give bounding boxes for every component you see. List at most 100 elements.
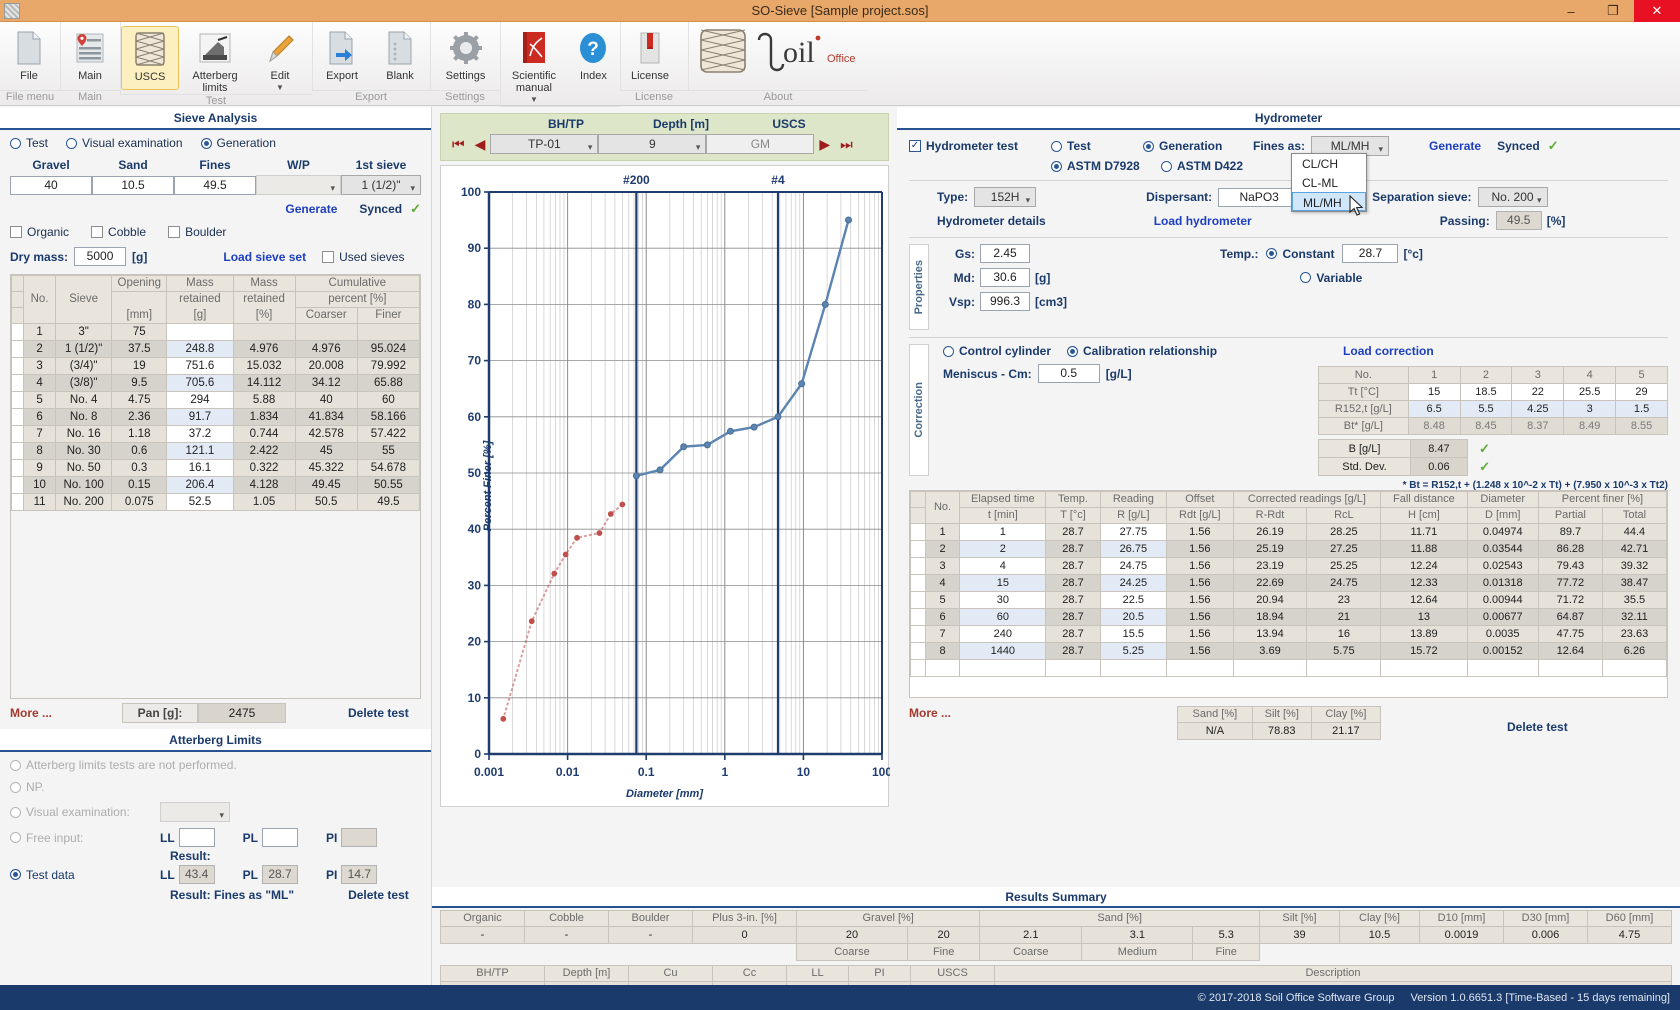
dispersant-input[interactable]: NaPO3	[1218, 187, 1301, 207]
calibration-relationship-option[interactable]: Calibration relationship	[1067, 344, 1217, 358]
cell-empty[interactable]	[959, 659, 1047, 677]
calib-cell[interactable]: 8.45	[1459, 417, 1513, 435]
cell-empty[interactable]	[1380, 659, 1468, 677]
gs-input[interactable]: 2.45	[980, 244, 1030, 263]
cell-r[interactable]: 5.25	[1099, 642, 1168, 660]
hydrometer-mode-test[interactable]: Test	[1051, 139, 1143, 153]
used-sieves-checkbox[interactable]: Used sieves	[322, 250, 404, 264]
cell-empty[interactable]	[924, 659, 961, 677]
table-row[interactable]: 9 No. 50 0.3 16.1 0.322 45.322 54.678	[11, 459, 420, 477]
sieve-mode-visual[interactable]: Visual examination	[66, 136, 183, 150]
cell-mass-g[interactable]: 91.7	[166, 408, 234, 426]
cell-mass-g[interactable]: 52.5	[166, 493, 234, 511]
sieve-delete-test-link[interactable]: Delete test	[348, 706, 409, 720]
cell-empty[interactable]	[1306, 659, 1382, 677]
table-row[interactable]: 4 (3/8)" 9.5 705.6 14.112 34.12 65.88	[11, 374, 420, 392]
meniscus-input[interactable]: 0.5	[1037, 364, 1100, 383]
load-correction-link[interactable]: Load correction	[1343, 344, 1434, 358]
wp-select[interactable]: ▾	[256, 175, 341, 195]
sieve-mode-test[interactable]: Test	[10, 136, 48, 150]
atterberg-test-data-option[interactable]: Test data	[10, 868, 160, 882]
cell-mass-g[interactable]: 294	[166, 391, 234, 409]
cell-mass-g[interactable]: 751.6	[166, 357, 234, 375]
table-row[interactable]: 2 2 28.7 26.75 1.56 25.19 27.25 11.88 0.03544 86.…	[910, 540, 1667, 558]
license-button[interactable]: License	[621, 26, 679, 82]
calib-cell[interactable]: 6.5	[1407, 400, 1461, 418]
atterberg-free-input-option[interactable]: Free input:	[10, 831, 160, 845]
calib-cell[interactable]: 8.55	[1615, 417, 1668, 435]
cell-mass-g[interactable]: 16.1	[166, 459, 234, 477]
md-input[interactable]: 30.6	[980, 268, 1030, 287]
load-sieve-set-link[interactable]: Load sieve set	[223, 250, 306, 264]
free-pl-input[interactable]	[262, 828, 299, 847]
vsp-input[interactable]: 996.3	[980, 292, 1030, 311]
hydrometer-astm-d7928[interactable]: ASTM D7928	[1051, 159, 1161, 173]
cell-t[interactable]: 2	[959, 540, 1047, 558]
cell-r[interactable]: 15.5	[1099, 625, 1168, 643]
separation-sieve-select[interactable]: No. 200 ▾	[1477, 187, 1548, 207]
main-button[interactable]: Main	[61, 26, 119, 82]
load-hydrometer-link[interactable]: Load hydrometer	[1154, 214, 1252, 228]
cell-t[interactable]: 4	[959, 557, 1047, 575]
table-row[interactable]: 10 No. 100 0.15 206.4 4.128 49.45 50.55	[11, 476, 420, 494]
calib-cell[interactable]: 8.37	[1511, 417, 1565, 435]
table-row[interactable]: 6 60 28.7 20.5 1.56 18.94 21 13 0.00677 64.87 32.1…	[910, 608, 1667, 626]
table-row[interactable]: 7 No. 16 1.18 37.2 0.744 42.578 57.422	[11, 425, 420, 443]
edit-button[interactable]: Edit ▼	[251, 26, 309, 94]
sieve-generate-link[interactable]: Generate	[285, 202, 337, 216]
nav-next-icon[interactable]: ▶	[814, 136, 835, 153]
export-button[interactable]: Export	[313, 26, 371, 82]
calib-cell[interactable]: 1.5	[1615, 400, 1668, 418]
cobble-checkbox[interactable]: Cobble	[91, 225, 146, 239]
temp-constant-option[interactable]: Constant	[1266, 247, 1334, 261]
table-row[interactable]: 3 4 28.7 24.75 1.56 23.19 25.25 12.24 0.02543 79.…	[910, 557, 1667, 575]
dry-mass-input[interactable]: 5000	[74, 247, 127, 266]
fines-input[interactable]: 49.5	[174, 175, 256, 195]
cell-t[interactable]: 60	[959, 608, 1047, 626]
hydrometer-type-select[interactable]: 152H ▾	[974, 187, 1037, 207]
calib-cell[interactable]: 4.25	[1511, 400, 1565, 418]
sieve-mode-generation[interactable]: Generation	[200, 136, 276, 150]
hydrometer-more-link[interactable]: More ...	[909, 706, 951, 720]
hydrometer-test-checkbox[interactable]: ✓ Hydrometer test	[909, 139, 1051, 153]
index-button[interactable]: ? Index	[567, 26, 620, 82]
minimize-button[interactable]: –	[1550, 0, 1592, 22]
boulder-checkbox[interactable]: Boulder	[168, 225, 226, 239]
cell-empty[interactable]	[1099, 659, 1168, 677]
cell-mass-g[interactable]: 37.2	[166, 425, 234, 443]
cell-mass-g[interactable]: 206.4	[166, 476, 234, 494]
hydrometer-generate-link[interactable]: Generate	[1429, 139, 1481, 153]
chevron-down-icon[interactable]: ▼	[530, 94, 538, 106]
scientific-manual-button[interactable]: Scientific manual ▼	[501, 26, 567, 106]
free-ll-input[interactable]	[178, 828, 215, 847]
atterberg-np-option[interactable]: NP.	[10, 780, 44, 794]
atterberg-not-performed-option[interactable]: Atterberg limits tests are not performed…	[10, 758, 237, 772]
cell-empty[interactable]	[1466, 659, 1539, 677]
cell-r[interactable]: 24.25	[1099, 574, 1168, 592]
cell-empty[interactable]	[1232, 659, 1308, 677]
depth-select[interactable]: 9 ▾	[598, 134, 707, 154]
calib-cell[interactable]: 8.49	[1563, 417, 1617, 435]
calib-cell[interactable]: 29	[1615, 383, 1668, 401]
maximize-button[interactable]: ❐	[1592, 0, 1634, 22]
table-row[interactable]: 21 (1/2)" 37.5 248.8 4.976 4.976 95.024	[11, 340, 420, 358]
gravel-input[interactable]: 40	[10, 175, 92, 195]
cell-empty[interactable]	[910, 659, 926, 677]
nav-prev-icon[interactable]: ◀	[470, 136, 491, 153]
cell-mass-g[interactable]: 248.8	[166, 340, 234, 358]
cell-r[interactable]: 26.75	[1099, 540, 1168, 558]
atterberg-limits-button[interactable]: Atterberg limits	[179, 26, 251, 94]
table-row[interactable]: 1 1 28.7 27.75 1.56 26.19 28.25 11.71 0.04974 89.…	[910, 523, 1667, 541]
cell-mass-g[interactable]	[166, 323, 234, 341]
hydrometer-astm-d422[interactable]: ASTM D422	[1161, 159, 1243, 173]
table-row-empty[interactable]	[910, 659, 1667, 677]
uscs-button[interactable]: USCS	[121, 26, 179, 90]
cell-t[interactable]: 1440	[959, 642, 1047, 660]
table-row[interactable]: 1 3" 75	[11, 323, 420, 341]
table-row[interactable]: 8 No. 30 0.6 121.1 2.422 45 55	[11, 442, 420, 460]
nav-last-icon[interactable]: ⏭	[835, 136, 858, 153]
sand-input[interactable]: 10.5	[92, 175, 174, 195]
table-row[interactable]: 7 240 28.7 15.5 1.56 13.94 16 13.89 0.0035 47.75 2…	[910, 625, 1667, 643]
calib-cell[interactable]: 18.5	[1459, 383, 1513, 401]
temp-constant-input[interactable]: 28.7	[1342, 244, 1399, 263]
